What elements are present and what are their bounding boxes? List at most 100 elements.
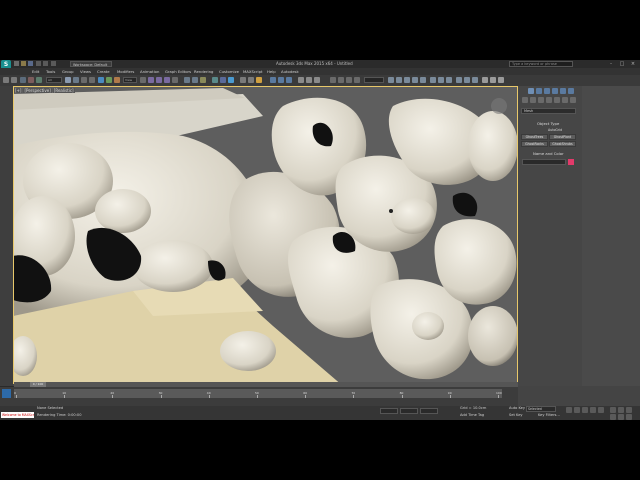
- spinner-snap-icon[interactable]: [172, 77, 178, 83]
- prev-frame-icon[interactable]: [574, 407, 580, 413]
- link-icon[interactable]: [20, 77, 26, 83]
- snap-icon[interactable]: [148, 77, 154, 83]
- toolbar-icon-c[interactable]: [314, 77, 320, 83]
- modify-tab-icon[interactable]: [536, 88, 542, 94]
- workspace-dropdown[interactable]: Workspace: Default: [70, 61, 112, 67]
- toolbar-icon-b[interactable]: [306, 77, 312, 83]
- menu-help[interactable]: Help: [267, 68, 276, 75]
- menu-group[interactable]: Group: [62, 68, 74, 75]
- schematic-icon[interactable]: [220, 77, 226, 83]
- auto-key-button[interactable]: Auto Key: [509, 406, 525, 410]
- save-file-icon[interactable]: [28, 61, 33, 66]
- undo-icon[interactable]: [3, 77, 9, 83]
- menu-animation[interactable]: Animation: [140, 68, 159, 75]
- menu-edit[interactable]: Edit: [32, 68, 39, 75]
- toolbar-icon-a[interactable]: [298, 77, 304, 83]
- motion-tab-icon[interactable]: [552, 88, 558, 94]
- menu-graph-editors[interactable]: Graph Editors: [165, 68, 191, 75]
- spacewarps-icon[interactable]: [562, 97, 568, 103]
- scale-icon[interactable]: [114, 77, 120, 83]
- toolbar-icon-p[interactable]: [456, 77, 462, 83]
- systems-icon[interactable]: [570, 97, 576, 103]
- ghostrocks-button[interactable]: GhostRocks: [521, 141, 548, 147]
- display-tab-icon[interactable]: [560, 88, 566, 94]
- redo-quick-icon[interactable]: [43, 61, 48, 66]
- viewport-shading-label[interactable]: [Realistic]: [52, 88, 75, 93]
- viewport-plus-label[interactable]: [+]: [14, 88, 23, 93]
- window-crossing-icon[interactable]: [89, 77, 95, 83]
- toolbar-icon-k[interactable]: [412, 77, 418, 83]
- toolbar-icon-e[interactable]: [338, 77, 344, 83]
- play-icon[interactable]: [582, 407, 588, 413]
- render-setup-icon[interactable]: [240, 77, 246, 83]
- new-file-icon[interactable]: [14, 61, 19, 66]
- helpers-icon[interactable]: [554, 97, 560, 103]
- project-folder-icon[interactable]: [51, 61, 56, 66]
- render-frame-icon[interactable]: [248, 77, 254, 83]
- menu-tools[interactable]: Tools: [46, 68, 55, 75]
- viewport-nav-icon[interactable]: [270, 77, 276, 83]
- x-coordinate-field[interactable]: [380, 408, 398, 414]
- maximize-viewport-icon[interactable]: [626, 414, 632, 420]
- key-mode-dropdown[interactable]: Selected: [526, 406, 556, 412]
- select-icon[interactable]: [65, 77, 71, 83]
- toolbar-icon-o[interactable]: [446, 77, 452, 83]
- cameras-icon[interactable]: [546, 97, 552, 103]
- search-input[interactable]: Type a keyword or phrase: [509, 61, 573, 67]
- zoom-extents-icon[interactable]: [610, 407, 616, 413]
- toolbar-icon-s[interactable]: [482, 77, 488, 83]
- view-dropdown[interactable]: View: [123, 77, 137, 83]
- pan-view-icon[interactable]: [618, 407, 624, 413]
- menu-modifiers[interactable]: Modifiers: [117, 68, 134, 75]
- rotate-icon[interactable]: [106, 77, 112, 83]
- unlink-icon[interactable]: [28, 77, 34, 83]
- curve-editor-icon[interactable]: [212, 77, 218, 83]
- toolbar-icon-f[interactable]: [346, 77, 352, 83]
- goto-end-icon[interactable]: [598, 407, 604, 413]
- mirror-icon[interactable]: [184, 77, 190, 83]
- maximize-button[interactable]: □: [617, 60, 627, 68]
- viewport-nav-icon-3[interactable]: [286, 77, 292, 83]
- named-selection-dropdown[interactable]: [364, 77, 384, 83]
- add-time-tag[interactable]: Add Time Tag: [460, 413, 484, 417]
- select-by-name-icon[interactable]: [73, 77, 79, 83]
- autogrid-checkbox[interactable]: AutoGrid: [548, 128, 562, 132]
- viewport-label-menu[interactable]: [+] [Perspective] [Realistic]: [14, 88, 76, 93]
- material-editor-icon[interactable]: [228, 77, 234, 83]
- category-dropdown[interactable]: Mesh: [521, 108, 576, 114]
- lights-icon[interactable]: [538, 97, 544, 103]
- align-icon[interactable]: [192, 77, 198, 83]
- toolbar-icon-r[interactable]: [472, 77, 478, 83]
- toolbar-icon-t[interactable]: [490, 77, 496, 83]
- shapes-icon[interactable]: [530, 97, 536, 103]
- rect-select-icon[interactable]: [81, 77, 87, 83]
- selection-filter-dropdown[interactable]: All: [46, 77, 62, 83]
- ghostplant-button[interactable]: GhostPlant: [549, 134, 576, 140]
- toolbar-icon-n[interactable]: [438, 77, 444, 83]
- percent-snap-icon[interactable]: [164, 77, 170, 83]
- menu-create[interactable]: Create: [97, 68, 110, 75]
- layer-icon[interactable]: [200, 77, 206, 83]
- toolbar-icon-g[interactable]: [354, 77, 360, 83]
- close-button[interactable]: ×: [628, 60, 638, 68]
- field-of-view-icon[interactable]: [610, 414, 616, 420]
- hierarchy-tab-icon[interactable]: [544, 88, 550, 94]
- move-icon[interactable]: [98, 77, 104, 83]
- minimize-button[interactable]: -: [606, 60, 616, 68]
- key-filters-button[interactable]: Key Filters...: [538, 413, 560, 417]
- toolbar-icon-q[interactable]: [464, 77, 470, 83]
- mini-curve-editor-icon[interactable]: [2, 389, 11, 398]
- utilities-tab-icon[interactable]: [568, 88, 574, 94]
- z-coordinate-field[interactable]: [420, 408, 438, 414]
- time-slider-thumb[interactable]: 0 / 100: [30, 382, 46, 387]
- menu-autodesk[interactable]: Autodesk: [281, 68, 299, 75]
- undo-quick-icon[interactable]: [36, 61, 41, 66]
- redo-icon[interactable]: [11, 77, 17, 83]
- pivot-icon[interactable]: [140, 77, 146, 83]
- toolbar-icon-j[interactable]: [404, 77, 410, 83]
- name-and-color-header[interactable]: Name and Color: [533, 151, 564, 156]
- orbit-icon[interactable]: [626, 407, 632, 413]
- render-icon[interactable]: [256, 77, 262, 83]
- bind-icon[interactable]: [36, 77, 42, 83]
- next-frame-icon[interactable]: [590, 407, 596, 413]
